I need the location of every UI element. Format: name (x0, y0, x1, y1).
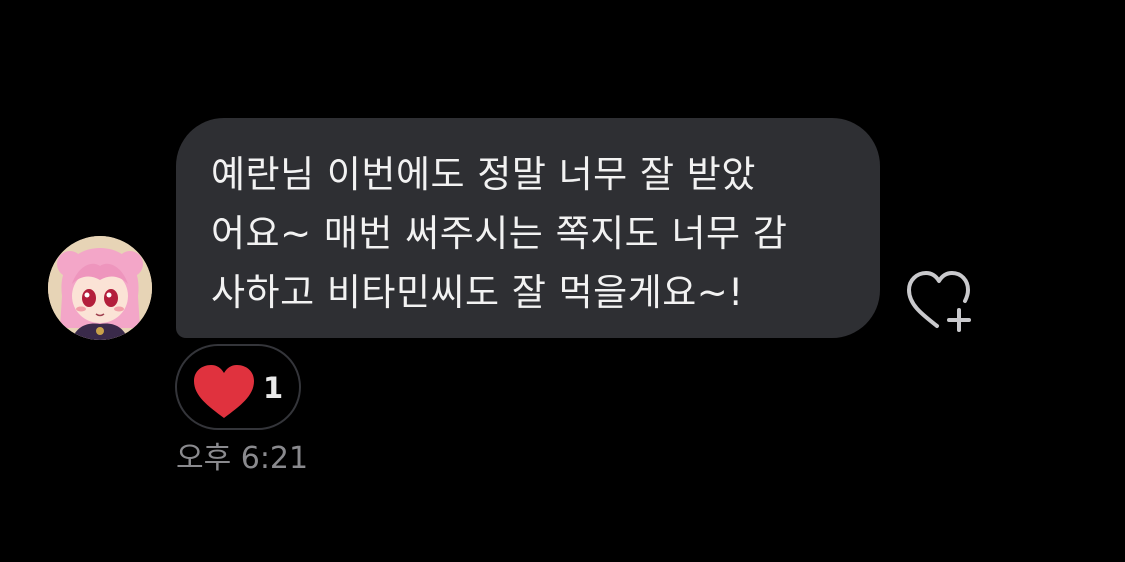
avatar-image (48, 236, 152, 340)
reaction-badge[interactable]: 1 (175, 344, 301, 430)
message-bubble[interactable]: 예란님 이번에도 정말 너무 잘 받았 어요~ 매번 써주시는 쪽지도 너무 감… (176, 118, 880, 338)
reaction-count: 1 (263, 371, 284, 405)
message-line: 사하고 비타민씨도 잘 먹을게요~! (211, 271, 744, 314)
message-line: 예란님 이번에도 정말 너무 잘 받았 (211, 153, 756, 196)
sender-avatar[interactable] (48, 236, 152, 340)
like-message-button[interactable] (903, 268, 975, 334)
heart-icon (194, 365, 254, 418)
message-timestamp: 오후 6:21 (176, 441, 309, 476)
message-line: 어요~ 매번 써주시는 쪽지도 너무 감 (211, 212, 788, 255)
heart-plus-icon (907, 271, 971, 332)
